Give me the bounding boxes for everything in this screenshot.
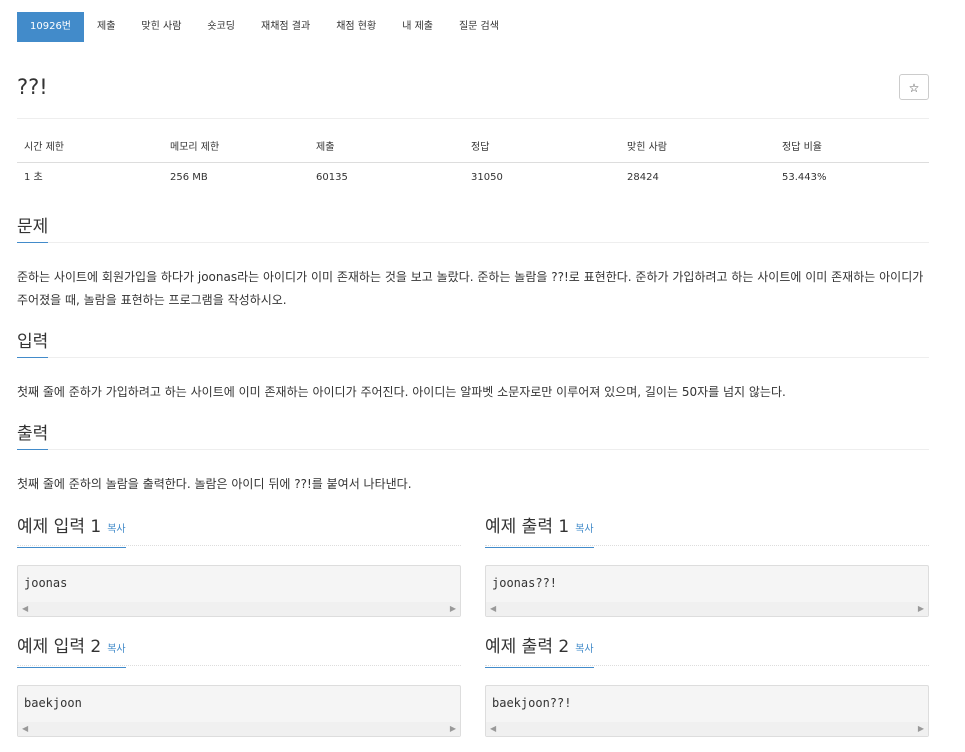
favorite-button[interactable]: ☆ <box>899 74 929 100</box>
sample-output-1-box[interactable]: joonas??! ◀ ▶ <box>485 565 929 617</box>
scroll-left-icon[interactable]: ◀ <box>490 604 496 613</box>
scroll-left-icon[interactable]: ◀ <box>22 724 28 733</box>
sample-output-1-header: 예제 출력 1 복사 <box>485 515 929 548</box>
header-submissions: 제출 <box>316 142 335 153</box>
sample-output-2-text: baekjoon??! <box>492 696 572 710</box>
problem-tab-bar: 10926번 제출 맞힌 사람 숏코딩 재채점 결과 채점 현황 내 제출 질문… <box>17 12 512 42</box>
star-icon: ☆ <box>908 81 920 95</box>
sample-input-2-header: 예제 입력 2 복사 <box>17 635 461 668</box>
value-submissions: 60135 <box>316 172 348 183</box>
header-accepted: 정답 <box>471 142 490 153</box>
sample-input-1-title-wrap: 예제 입력 1 복사 <box>17 515 126 548</box>
sample-input-1-text: joonas <box>24 576 68 590</box>
sample-output-2-title-wrap: 예제 출력 2 복사 <box>485 635 594 668</box>
sample-output-1-title-wrap: 예제 출력 1 복사 <box>485 515 594 548</box>
sample-input-1-box[interactable]: joonas ◀ ▶ <box>17 565 461 617</box>
sample-output-2-title: 예제 출력 2 <box>485 637 570 657</box>
copy-sample-output-1-link[interactable]: 복사 <box>575 524 593 535</box>
problem-info-table: 시간 제한 메모리 제한 제출 정답 맞힌 사람 정답 비율 1 초 256 M… <box>17 138 929 193</box>
scroll-left-icon[interactable]: ◀ <box>22 604 28 613</box>
scroll-left-icon[interactable]: ◀ <box>490 724 496 733</box>
tab-problem-number[interactable]: 10926번 <box>17 12 85 42</box>
scroll-right-icon[interactable]: ▶ <box>918 724 924 733</box>
info-header-row: 시간 제한 메모리 제한 제출 정답 맞힌 사람 정답 비율 <box>17 138 929 163</box>
sample-input-2-text: baekjoon <box>24 696 82 710</box>
page-title: ??! <box>17 75 48 99</box>
output-description: 첫째 줄에 준하의 놀람을 출력한다. 놀람은 아이디 뒤에 ??!를 붙여서 … <box>17 477 412 491</box>
sample-input-1-header: 예제 입력 1 복사 <box>17 515 461 548</box>
sample-input-1-title: 예제 입력 1 <box>17 517 102 537</box>
scroll-right-icon[interactable]: ▶ <box>450 604 456 613</box>
sample-output-1-scrollbar[interactable]: ◀ ▶ <box>486 602 928 616</box>
value-memory-limit: 256 MB <box>170 172 208 183</box>
header-memory-limit: 메모리 제한 <box>170 142 220 153</box>
tab-question-search[interactable]: 질문 검색 <box>446 12 512 42</box>
sample-input-2-box[interactable]: baekjoon ◀ ▶ <box>17 685 461 737</box>
value-solved-users: 28424 <box>627 172 659 183</box>
sample-output-2-scrollbar[interactable]: ◀ ▶ <box>486 722 928 736</box>
output-heading: 출력 <box>17 423 49 450</box>
input-section-header: 입력 <box>17 331 929 358</box>
problem-heading: 문제 <box>17 216 49 243</box>
value-accepted: 31050 <box>471 172 503 183</box>
output-section-header: 출력 <box>17 423 929 450</box>
sample-output-2-header: 예제 출력 2 복사 <box>485 635 929 668</box>
sample-input-1-scrollbar[interactable]: ◀ ▶ <box>18 602 460 616</box>
sample-output-2-box[interactable]: baekjoon??! ◀ ▶ <box>485 685 929 737</box>
tab-my-submissions[interactable]: 내 제출 <box>389 12 446 42</box>
copy-sample-input-2-link[interactable]: 복사 <box>107 644 125 655</box>
problem-section-header: 문제 <box>17 216 929 243</box>
sample-input-2-title: 예제 입력 2 <box>17 637 102 657</box>
copy-sample-input-1-link[interactable]: 복사 <box>107 524 125 535</box>
scroll-right-icon[interactable]: ▶ <box>450 724 456 733</box>
tab-solved-users[interactable]: 맞힌 사람 <box>128 12 194 42</box>
sample-output-1-text: joonas??! <box>492 576 558 590</box>
tab-rejudge-results[interactable]: 재채점 결과 <box>248 12 323 42</box>
problem-description: 준하는 사이트에 회원가입을 하다가 joonas라는 아이디가 이미 존재하는… <box>17 270 924 307</box>
tab-submit[interactable]: 제출 <box>84 12 128 42</box>
title-row: ??! ☆ <box>17 70 929 119</box>
tab-short-coding[interactable]: 숏코딩 <box>194 12 248 42</box>
input-heading: 입력 <box>17 331 49 358</box>
info-value-row: 1 초 256 MB 60135 31050 28424 53.443% <box>17 163 929 193</box>
tab-judge-status[interactable]: 채점 현황 <box>323 12 389 42</box>
copy-sample-output-2-link[interactable]: 복사 <box>575 644 593 655</box>
value-time-limit: 1 초 <box>24 172 43 183</box>
sample-input-2-title-wrap: 예제 입력 2 복사 <box>17 635 126 668</box>
sample-output-1-title: 예제 출력 1 <box>485 517 570 537</box>
header-solved-users: 맞힌 사람 <box>627 142 667 153</box>
sample-input-2-scrollbar[interactable]: ◀ ▶ <box>18 722 460 736</box>
scroll-right-icon[interactable]: ▶ <box>918 604 924 613</box>
header-time-limit: 시간 제한 <box>24 142 64 153</box>
value-accept-ratio: 53.443% <box>782 172 827 183</box>
header-accept-ratio: 정답 비율 <box>782 142 822 153</box>
input-description: 첫째 줄에 준하가 가입하려고 하는 사이트에 이미 존재하는 아이디가 주어진… <box>17 385 786 399</box>
